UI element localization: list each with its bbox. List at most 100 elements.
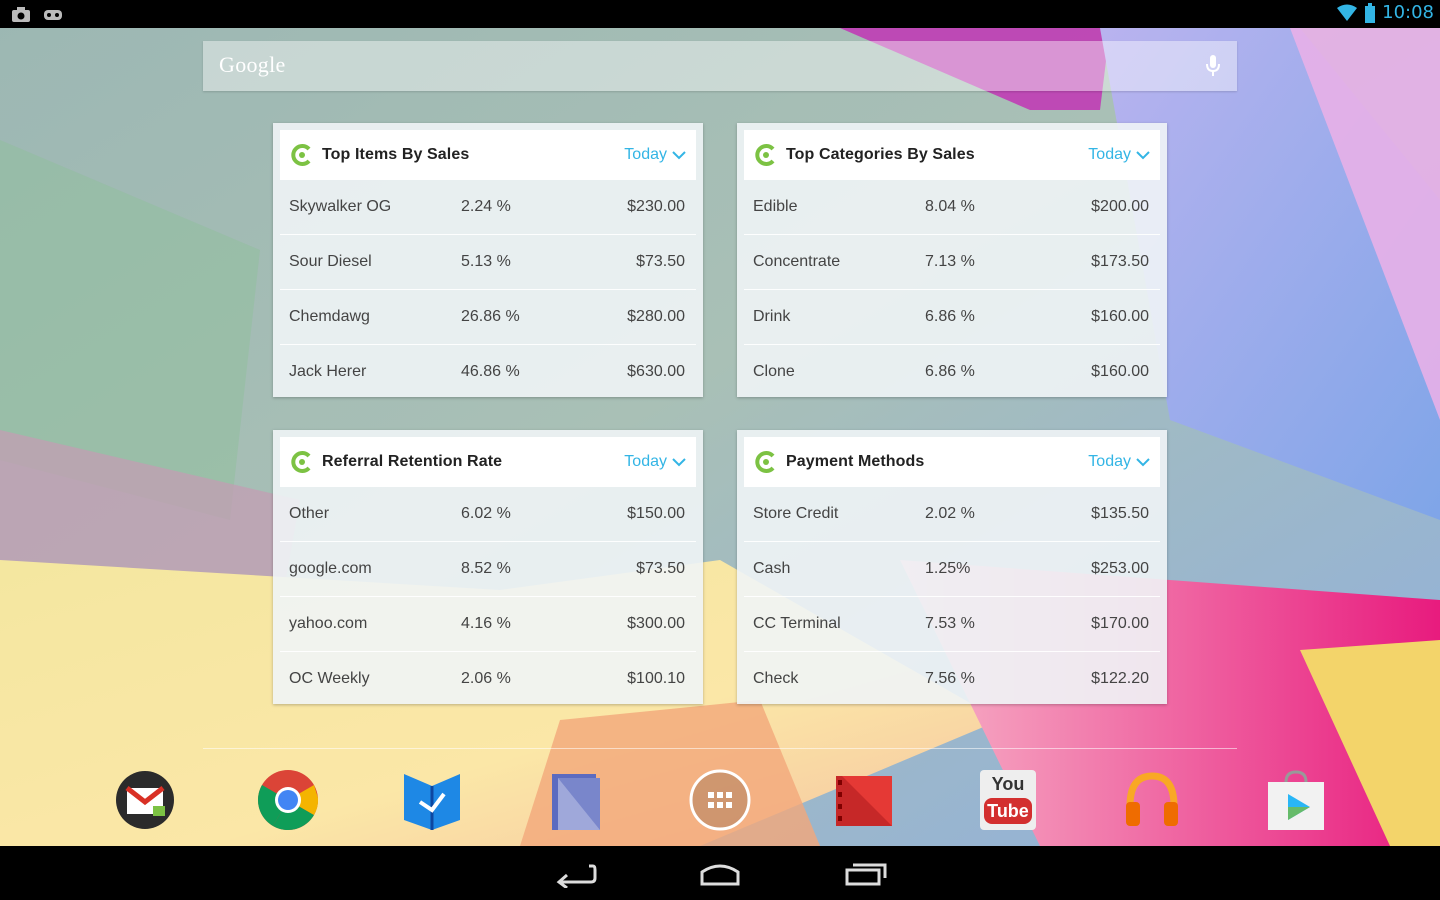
widget-rows: Other 6.02 % $150.00 google.com 8.52 % $…: [280, 487, 696, 704]
chrome-icon[interactable]: [256, 768, 320, 832]
gmail-icon[interactable]: [113, 768, 177, 832]
table-row[interactable]: yahoo.com 4.16 % $300.00: [280, 597, 696, 652]
row-percent: 26.86 %: [461, 308, 520, 325]
row-percent: 6.86 %: [925, 308, 975, 325]
youtube-label-bottom: Tube: [987, 801, 1029, 821]
play-store-icon[interactable]: [1264, 768, 1328, 832]
controller-icon: [44, 10, 62, 20]
table-row[interactable]: Chemdawg 26.86 % $280.00: [280, 290, 696, 345]
app-logo-icon: [755, 144, 775, 166]
table-row[interactable]: Concentrate 7.13 % $173.50: [744, 235, 1160, 290]
app-logo-icon: [291, 144, 311, 166]
row-percent: 4.16 %: [461, 615, 511, 632]
youtube-icon[interactable]: You Tube: [976, 768, 1040, 832]
date-range-dropdown[interactable]: Today: [1088, 453, 1150, 471]
table-row[interactable]: CC Terminal 7.53 % $170.00: [744, 597, 1160, 652]
all-apps-icon[interactable]: [688, 768, 752, 832]
status-left: [10, 5, 64, 23]
table-row[interactable]: Drink 6.86 % $160.00: [744, 290, 1160, 345]
row-percent: 2.24 %: [461, 198, 511, 215]
search-bar[interactable]: Google: [203, 41, 1237, 91]
dock-divider: [203, 748, 1237, 749]
row-percent: 2.02 %: [925, 505, 975, 522]
youtube-label-top: You: [991, 774, 1025, 794]
table-row[interactable]: Sour Diesel 5.13 % $73.50: [280, 235, 696, 290]
row-name: Drink: [753, 308, 791, 325]
chevron-down-icon: [672, 150, 686, 159]
table-row[interactable]: Jack Herer 46.86 % $630.00: [280, 345, 696, 399]
widget-card: Referral Retention Rate Today Other 6.02…: [273, 430, 703, 704]
chevron-down-icon: [672, 457, 686, 466]
row-name: Chemdawg: [289, 308, 370, 325]
date-range-dropdown[interactable]: Today: [624, 146, 686, 164]
row-percent: 7.53 %: [925, 615, 975, 632]
table-row[interactable]: Edible 8.04 % $200.00: [744, 180, 1160, 235]
date-range-label: Today: [1088, 146, 1131, 163]
row-percent: 6.02 %: [461, 505, 511, 522]
row-amount: $630.00: [627, 363, 685, 380]
row-name: Other: [289, 505, 330, 522]
row-amount: $73.50: [636, 560, 685, 577]
widget-title: Referral Retention Rate: [322, 453, 503, 470]
play-magazines-icon[interactable]: [544, 768, 608, 832]
row-name: Jack Herer: [289, 363, 367, 380]
camera-icon: [12, 7, 30, 22]
row-percent: 5.13 %: [461, 253, 511, 270]
row-percent: 7.13 %: [925, 253, 975, 270]
table-row[interactable]: Other 6.02 % $150.00: [280, 487, 696, 542]
row-amount: $173.50: [1091, 253, 1149, 270]
app-logo-icon: [291, 451, 311, 473]
widget-header: Referral Retention Rate Today: [280, 437, 696, 487]
widget-rows: Skywalker OG 2.24 % $230.00 Sour Diesel …: [280, 180, 696, 397]
widget-card: Top Items By Sales Today Skywalker OG 2.…: [273, 123, 703, 397]
widget-card: Payment Methods Today Store Credit 2.02 …: [737, 430, 1167, 704]
row-name: CC Terminal: [753, 615, 841, 632]
play-movies-icon[interactable]: [832, 768, 896, 832]
widget-title: Payment Methods: [786, 453, 925, 470]
mic-icon[interactable]: [1205, 54, 1221, 78]
row-name: Cash: [753, 560, 791, 577]
status-right: 10:08: [1336, 2, 1434, 23]
row-amount: $200.00: [1091, 198, 1149, 215]
status-bar: 10:08: [0, 0, 1440, 28]
recents-icon[interactable]: [843, 858, 887, 888]
date-range-dropdown[interactable]: Today: [1088, 146, 1150, 164]
row-name: OC Weekly: [289, 670, 370, 687]
table-row[interactable]: OC Weekly 2.06 % $100.10: [280, 652, 696, 706]
row-amount: $300.00: [627, 615, 685, 632]
row-amount: $100.10: [627, 670, 685, 687]
back-icon[interactable]: [553, 858, 597, 888]
row-amount: $253.00: [1091, 560, 1149, 577]
table-row[interactable]: Check 7.56 % $122.20: [744, 652, 1160, 706]
row-percent: 7.56 %: [925, 670, 975, 687]
row-percent: 1.25%: [925, 560, 971, 577]
play-music-icon[interactable]: [1120, 768, 1184, 832]
row-percent: 2.06 %: [461, 670, 511, 687]
row-name: Store Credit: [753, 505, 839, 522]
widget-header: Top Items By Sales Today: [280, 130, 696, 180]
date-range-label: Today: [1088, 453, 1131, 470]
widget-title: Top Categories By Sales: [786, 146, 975, 163]
play-books-icon[interactable]: [400, 768, 464, 832]
row-percent: 6.86 %: [925, 363, 975, 380]
row-percent: 46.86 %: [461, 363, 520, 380]
widget-rows: Edible 8.04 % $200.00 Concentrate 7.13 %…: [744, 180, 1160, 397]
widget-rows: Store Credit 2.02 % $135.50 Cash 1.25% $…: [744, 487, 1160, 704]
table-row[interactable]: google.com 8.52 % $73.50: [280, 542, 696, 597]
row-percent: 8.04 %: [925, 198, 975, 215]
date-range-dropdown[interactable]: Today: [624, 453, 686, 471]
row-amount: $150.00: [627, 505, 685, 522]
chevron-down-icon: [1136, 457, 1150, 466]
battery-icon: [1365, 2, 1376, 23]
row-percent: 8.52 %: [461, 560, 511, 577]
table-row[interactable]: Skywalker OG 2.24 % $230.00: [280, 180, 696, 235]
home-icon[interactable]: [698, 858, 742, 888]
row-name: Clone: [753, 363, 795, 380]
table-row[interactable]: Cash 1.25% $253.00: [744, 542, 1160, 597]
google-logo[interactable]: Google: [219, 52, 286, 78]
wifi-icon: [1337, 4, 1358, 21]
date-range-label: Today: [624, 453, 667, 470]
row-name: Sour Diesel: [289, 253, 372, 270]
table-row[interactable]: Clone 6.86 % $160.00: [744, 345, 1160, 399]
table-row[interactable]: Store Credit 2.02 % $135.50: [744, 487, 1160, 542]
